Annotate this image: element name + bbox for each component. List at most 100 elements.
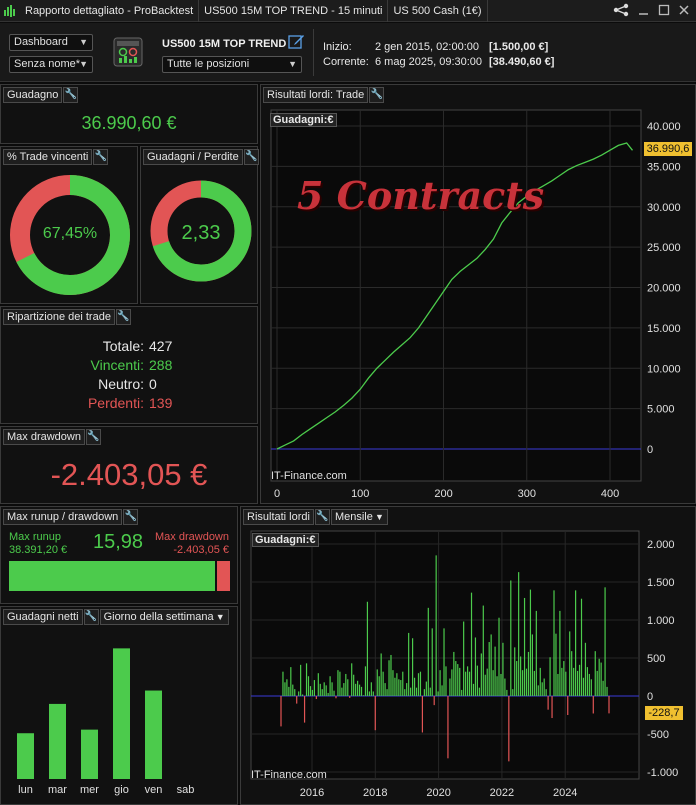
runup-block: Max runup 38.391,20 € [9, 531, 67, 557]
chevron-down-icon: ▼ [79, 59, 88, 69]
weekday-label: gio [114, 784, 129, 796]
y-tick-label: 35.000 [647, 161, 681, 173]
x-tick-label: 300 [518, 488, 536, 500]
equity-plot-area [270, 109, 642, 482]
equity-panel: Risultati lordi: Trade 🔧 0 5.000 10.000 15.0… [260, 84, 696, 504]
breakdown-title: Ripartizione dei trade [3, 309, 115, 325]
y-tick-label: 10.000 [647, 363, 681, 375]
tab-instrument[interactable]: US 500 Cash (1€) [388, 0, 488, 22]
maximize-icon[interactable] [658, 4, 670, 19]
x-tick-label: 2018 [363, 787, 387, 799]
y-tick-label: 1.500 [647, 577, 675, 589]
weekday-bar [145, 690, 162, 779]
equity-last-value: 36.990,6 [644, 142, 692, 156]
x-tick-label: 400 [601, 488, 619, 500]
dd-value: -2.403,05 € [173, 544, 229, 556]
report-settings-icon[interactable] [112, 36, 144, 68]
close-icon[interactable] [678, 4, 690, 19]
runup-title: Max runup / drawdown [3, 509, 123, 525]
wrench-icon[interactable]: 🔧 [63, 87, 79, 103]
share-icon[interactable] [612, 3, 630, 20]
y-tick-label: 30.000 [647, 202, 681, 214]
weekday-label: ven [145, 784, 163, 796]
gain-value: 36.990,60 € [81, 113, 177, 133]
minimize-icon[interactable] [638, 4, 650, 19]
monthly-watermark: IT-Finance.com [251, 769, 327, 781]
y-tick-label: 40.000 [647, 121, 681, 133]
wrench-icon[interactable]: 🔧 [243, 149, 259, 165]
neutral-value: 0 [149, 376, 157, 392]
wrench-icon[interactable]: 🔧 [115, 309, 131, 325]
report-toolbar: Dashboard ▼ Senza nome* ▼ US500 15M TOP TR… [0, 23, 696, 82]
ratio-title: Guadagni / Perdite [143, 149, 243, 165]
equity-chart: 0 5.000 10.000 15.000 20.000 25.000 30.000 35.0… [270, 109, 681, 500]
weekday-chart: lun mar mer gio ven sab [17, 648, 195, 796]
runup-value: 38.391,20 € [9, 544, 68, 556]
weekday-bar [49, 703, 66, 779]
loss-value: 139 [149, 395, 173, 411]
backtest-period-info: Inizio: 2 gen 2015, 02:00:00 [1.500,00 €] … [323, 40, 554, 70]
runup-ratio: 15,98 [93, 531, 144, 553]
netgain-panel: Guadagni netti 🔧 Giorno della settimana ▼… [0, 606, 238, 805]
gain-title: Guadagno [3, 87, 63, 103]
loss-label: Perdenti: [87, 395, 144, 411]
chevron-down-icon: ▼ [79, 37, 88, 47]
monthly-plot-area [250, 530, 640, 780]
total-value: 427 [149, 338, 173, 354]
x-tick-label: 200 [434, 488, 452, 500]
monthly-chart: 2016 2018 2020 2022 2024 -1.000 -500 0 500 1.000 1… [250, 530, 678, 799]
total-label: Totale: [102, 338, 144, 354]
title-bar: Rapporto dettagliato - ProBacktest US500… [0, 0, 696, 22]
y-tick-label: 20.000 [647, 283, 681, 295]
maxdd-title: Max drawdown [3, 429, 85, 445]
maxdd-panel: Max drawdown 🔧 -2.403,05 € [0, 426, 258, 504]
runup-panel: Max runup / drawdown 🔧 Max runup 38.391,2… [0, 506, 238, 604]
dd-block: Max drawdown -2.403,05 € [155, 531, 229, 557]
ratio-panel: Guadagni / Perdite 🔧 2,33 [140, 146, 259, 304]
tab-strategy[interactable]: US500 15M TOP TREND - 15 minuti [199, 0, 389, 22]
win-value: 288 [149, 357, 173, 373]
x-tick-label: 2020 [426, 787, 450, 799]
weekday-label: lun [18, 784, 33, 796]
name-select[interactable]: Senza nome* ▼ [9, 56, 93, 73]
weekday-label: mar [48, 784, 67, 796]
positions-select[interactable]: Tutte le posizioni ▼ [162, 56, 302, 73]
x-tick-label: 0 [274, 488, 280, 500]
start-amount: [1.500,00 €] [489, 41, 549, 53]
positions-select-value: Tutte le posizioni [167, 58, 250, 70]
runup-bar [9, 561, 230, 591]
weekday-label: sab [177, 784, 195, 796]
breakdown-list: Totale: 427 Vincenti: 288 Neutro: 0 Perdent… [1, 337, 257, 413]
neutral-label: Neutro: [98, 376, 144, 392]
runup-label: Max runup [9, 531, 61, 543]
x-tick-label: 2016 [300, 787, 324, 799]
y-tick-label: -1.000 [647, 767, 678, 779]
breakdown-panel: Ripartizione dei trade 🔧 Totale: 427 Vince… [0, 306, 258, 424]
y-tick-label: 2.000 [647, 539, 675, 551]
bars-logo-icon [0, 0, 20, 22]
y-tick-label: 5.000 [647, 404, 675, 416]
overlay-annotation: 5 Contracts [297, 173, 545, 218]
y-tick-label: -500 [647, 729, 669, 741]
current-date: 6 mag 2025, 09:30:00 [375, 56, 483, 68]
monthly-last-value: -228,7 [645, 706, 683, 720]
y-tick-label: 500 [647, 653, 665, 665]
edit-icon[interactable] [288, 33, 305, 50]
tab-report[interactable]: Rapporto dettagliato - ProBacktest [20, 0, 200, 22]
monthly-legend: Guadagni:€ [252, 533, 319, 547]
toolbar-divider [313, 29, 314, 76]
wrench-icon[interactable]: 🔧 [93, 149, 109, 165]
x-tick-label: 100 [351, 488, 369, 500]
start-label: Inizio: [323, 41, 352, 53]
view-select-value: Dashboard [14, 36, 68, 48]
view-select[interactable]: Dashboard ▼ [9, 34, 93, 51]
name-select-value: Senza nome* [14, 58, 81, 70]
wrench-icon[interactable]: 🔧 [123, 509, 139, 525]
chevron-down-icon: ▼ [288, 59, 297, 69]
weekday-label: mer [80, 784, 99, 796]
equity-watermark: IT-Finance.com [271, 470, 347, 482]
current-label: Corrente: [323, 56, 369, 68]
weekday-bar [81, 729, 98, 779]
ratio-value: 2,33 [181, 222, 221, 244]
wrench-icon[interactable]: 🔧 [85, 429, 101, 445]
